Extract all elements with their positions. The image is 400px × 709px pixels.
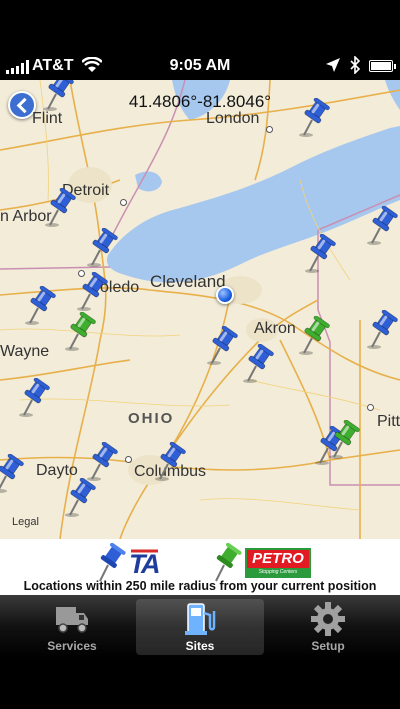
ta-location-pin[interactable]: [296, 98, 330, 138]
city-label-london: London: [206, 110, 260, 127]
tab-sites[interactable]: Sites: [136, 599, 264, 655]
city-label-flint: Flint: [32, 110, 63, 127]
petro-location-pin[interactable]: [62, 312, 96, 352]
map-view[interactable]: 41.4806°-81.8046° Flint London Detroit n…: [0, 80, 400, 539]
tab-label-services: Services: [47, 639, 97, 653]
device-bezel-bottom: [0, 659, 400, 709]
city-dot-detroit: [120, 199, 127, 206]
ta-pin-legend-icon: [99, 543, 126, 582]
tab-label-sites: Sites: [185, 639, 215, 653]
petro-logo: PETRO Stopping Centers: [245, 548, 311, 578]
radius-caption: Locations within 250 mile radius from yo…: [23, 579, 377, 593]
petro-location-pin[interactable]: [296, 316, 330, 356]
ta-location-pin[interactable]: [0, 454, 24, 494]
ta-location-pin[interactable]: [42, 188, 76, 228]
current-location-dot: [216, 286, 234, 304]
ta-location-pin[interactable]: [84, 442, 118, 482]
ta-location-pin[interactable]: [16, 378, 50, 418]
svg-text:A: A: [140, 549, 161, 577]
state-label-ohio: OHIO: [128, 410, 175, 427]
battery-icon: [369, 60, 396, 72]
fuel-pump-icon: [185, 603, 216, 635]
city-label-pittsburgh: Pitt: [377, 413, 400, 430]
city-dot-pittsburgh: [367, 404, 374, 411]
ta-location-pin[interactable]: [240, 344, 274, 384]
ta-location-pin[interactable]: [74, 272, 108, 312]
city-label-cleveland: Cleveland: [150, 272, 226, 291]
petro-location-pin[interactable]: [326, 420, 360, 460]
bluetooth-icon: [350, 56, 361, 74]
city-label-wayne: Wayne: [0, 343, 50, 360]
legend-bar: T A PETRO Stopping Centers Locations wit…: [0, 539, 400, 595]
ta-location-pin[interactable]: [364, 206, 398, 246]
ta-location-pin[interactable]: [364, 310, 398, 350]
coordinates-readout: 41.4806°-81.8046°: [128, 92, 272, 111]
tab-services[interactable]: Services: [8, 599, 136, 655]
petro-pin-legend-icon: [215, 543, 242, 582]
tab-setup[interactable]: Setup: [264, 599, 392, 655]
ta-location-pin[interactable]: [84, 228, 118, 268]
gear-icon: [311, 602, 345, 636]
ta-location-pin[interactable]: [22, 286, 56, 326]
truck-icon: [56, 607, 88, 633]
clock: 9:05 AM: [169, 57, 231, 74]
ta-location-pin[interactable]: [302, 234, 336, 274]
ta-location-pin[interactable]: [62, 478, 96, 518]
city-label-akron: Akron: [254, 320, 296, 337]
city-dot-london: [266, 126, 273, 133]
legal-link[interactable]: Legal: [12, 516, 39, 528]
tab-label-setup: Setup: [311, 639, 345, 653]
ta-location-pin[interactable]: [152, 442, 186, 482]
location-services-icon: [326, 58, 340, 72]
ta-location-pin[interactable]: [204, 326, 238, 366]
ta-location-pin[interactable]: [40, 80, 74, 112]
tab-bar: Services Sites Setup: [0, 595, 400, 659]
ta-logo: T A: [129, 549, 161, 577]
device-bezel-top: [0, 0, 400, 52]
status-bar: AT&T 9:05 AM: [0, 52, 400, 80]
city-dot-columbus: [125, 456, 132, 463]
